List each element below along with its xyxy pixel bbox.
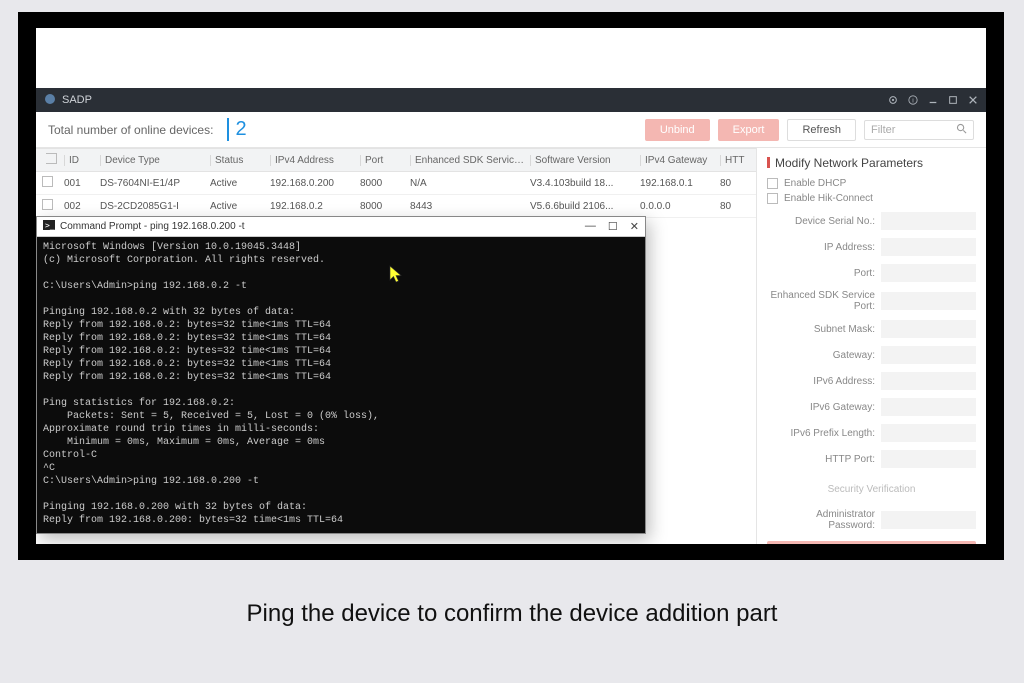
cell-ver: V3.4.103build 18...	[530, 178, 640, 189]
col-ipv4[interactable]: IPv4 Address	[270, 155, 360, 166]
port-input[interactable]	[881, 264, 976, 282]
cell-type: DS-2CD2085G1-I	[100, 201, 210, 212]
modify-network-panel: Modify Network Parameters Enable DHCP En…	[756, 148, 986, 544]
ipv6-gateway-input[interactable]	[881, 398, 976, 416]
admin-pw-label: Administrator Password:	[767, 509, 875, 531]
ipv6-prefix-input[interactable]	[881, 424, 976, 442]
field-label: Subnet Mask:	[767, 324, 875, 335]
ip-address-input[interactable]	[881, 238, 976, 256]
field-label: IPv6 Prefix Length:	[767, 428, 875, 439]
gateway-input[interactable]	[881, 346, 976, 364]
cell-gw: 0.0.0.0	[640, 201, 720, 212]
cell-ip: 192.168.0.200	[270, 178, 360, 189]
security-verification-label: Security Verification	[767, 484, 976, 495]
device-count: 2	[227, 118, 246, 141]
field-label: Device Serial No.:	[767, 216, 875, 227]
filter-input[interactable]: Filter	[864, 120, 974, 140]
total-devices-label: Total number of online devices:	[48, 123, 213, 137]
row-checkbox[interactable]	[42, 176, 53, 187]
refresh-button[interactable]: Refresh	[787, 119, 856, 141]
cell-ver: V5.6.6build 2106...	[530, 201, 640, 212]
col-port[interactable]: Port	[360, 155, 410, 166]
cell-status: Active	[210, 178, 270, 189]
col-status[interactable]: Status	[210, 155, 270, 166]
field-label: IP Address:	[767, 242, 875, 253]
cell-id: 002	[64, 201, 100, 212]
field-label: Enhanced SDK Service Port:	[767, 290, 875, 312]
field-label: Gateway:	[767, 350, 875, 361]
col-device-type[interactable]: Device Type	[100, 155, 210, 166]
table-row[interactable]: 002 DS-2CD2085G1-I Active 192.168.0.2 80…	[36, 195, 756, 218]
field-label: IPv6 Address:	[767, 376, 875, 387]
svg-text:i: i	[912, 98, 914, 105]
http-port-input[interactable]	[881, 450, 976, 468]
minimize-icon[interactable]	[928, 95, 938, 105]
close-icon[interactable]	[968, 95, 978, 105]
ipv6-address-input[interactable]	[881, 372, 976, 390]
cell-sdk: 8443	[410, 201, 530, 212]
cell-gw: 192.168.0.1	[640, 178, 720, 189]
cmd-titlebar[interactable]: >_ Command Prompt - ping 192.168.0.200 -…	[37, 217, 645, 237]
enable-hik-label: Enable Hik-Connect	[784, 193, 873, 204]
svg-text:>_: >_	[45, 221, 55, 230]
modify-button[interactable]: Modify	[767, 541, 976, 544]
row-checkbox[interactable]	[42, 199, 53, 210]
cmd-icon: >_	[43, 220, 55, 233]
search-icon	[956, 123, 967, 137]
cell-port: 8000	[360, 178, 410, 189]
unbind-button[interactable]: Unbind	[645, 119, 710, 141]
cmd-maximize-icon[interactable]: ☐	[608, 220, 618, 233]
app-title: SADP	[62, 94, 92, 106]
cell-type: DS-7604NI-E1/4P	[100, 178, 210, 189]
slide-caption: Ping the device to confirm the device ad…	[0, 600, 1024, 628]
app-titlebar: SADP i	[36, 88, 986, 112]
device-table: ID Device Type Status IPv4 Address Port …	[36, 148, 756, 544]
field-label: Port:	[767, 268, 875, 279]
filter-placeholder: Filter	[871, 124, 895, 136]
help-icon[interactable]: i	[908, 95, 918, 105]
cell-ip: 192.168.0.2	[270, 201, 360, 212]
toolbar: Total number of online devices: 2 Unbind…	[36, 112, 986, 148]
cell-id: 001	[64, 178, 100, 189]
screen-area: SADP i	[36, 28, 986, 544]
cmd-title-text: Command Prompt - ping 192.168.0.200 -t	[60, 221, 245, 232]
enable-dhcp-checkbox[interactable]	[767, 178, 778, 189]
command-prompt-window: >_ Command Prompt - ping 192.168.0.200 -…	[36, 216, 646, 534]
enable-hikconnect-checkbox[interactable]	[767, 193, 778, 204]
app-logo-icon	[44, 93, 56, 108]
table-header: ID Device Type Status IPv4 Address Port …	[36, 148, 756, 172]
subnet-mask-input[interactable]	[881, 320, 976, 338]
presentation-frame: SADP i	[18, 12, 1004, 560]
cmd-close-icon[interactable]: ✕	[630, 220, 639, 233]
cell-status: Active	[210, 201, 270, 212]
cell-http: 80	[720, 178, 750, 189]
panel-title: Modify Network Parameters	[767, 156, 976, 170]
sadp-app: SADP i	[36, 88, 986, 544]
maximize-icon[interactable]	[948, 95, 958, 105]
enable-dhcp-label: Enable DHCP	[784, 178, 846, 189]
col-id[interactable]: ID	[64, 155, 100, 166]
col-http[interactable]: HTT	[720, 155, 750, 166]
admin-password-input[interactable]	[881, 511, 976, 529]
device-serial-input[interactable]	[881, 212, 976, 230]
settings-icon[interactable]	[888, 95, 898, 105]
select-all-checkbox[interactable]	[46, 153, 57, 164]
table-row[interactable]: 001 DS-7604NI-E1/4P Active 192.168.0.200…	[36, 172, 756, 195]
cmd-output[interactable]: Microsoft Windows [Version 10.0.19045.34…	[37, 237, 645, 533]
field-label: IPv6 Gateway:	[767, 402, 875, 413]
cell-sdk: N/A	[410, 178, 530, 189]
cell-http: 80	[720, 201, 750, 212]
col-sw-version[interactable]: Software Version	[530, 155, 640, 166]
cell-port: 8000	[360, 201, 410, 212]
sdk-port-input[interactable]	[881, 292, 976, 310]
field-label: HTTP Port:	[767, 454, 875, 465]
cmd-minimize-icon[interactable]: —	[585, 220, 596, 233]
export-button[interactable]: Export	[718, 119, 780, 141]
col-sdk-port[interactable]: Enhanced SDK Service Port	[410, 155, 530, 166]
col-gateway[interactable]: IPv4 Gateway	[640, 155, 720, 166]
